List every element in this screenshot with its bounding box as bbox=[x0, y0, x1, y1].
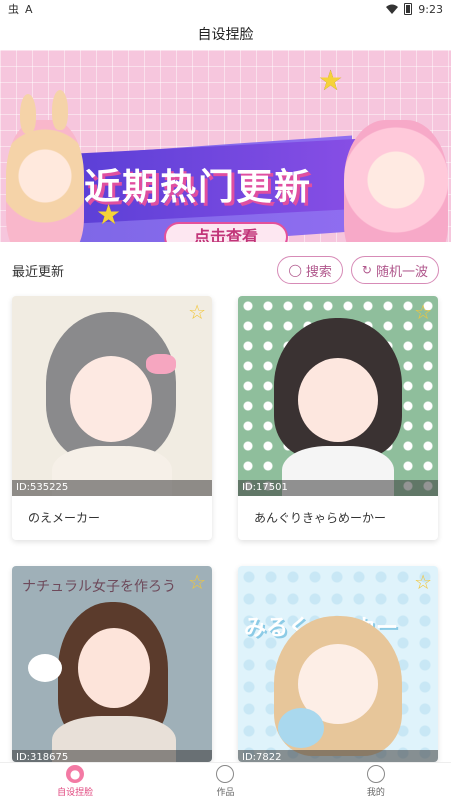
battery-icon bbox=[404, 3, 413, 15]
cat-shape bbox=[28, 654, 62, 682]
favorite-star-icon[interactable]: ☆ bbox=[188, 570, 206, 594]
status-bar: 虫 A 9:23 bbox=[0, 0, 451, 18]
card-image-text: ナチュラル女子を作ろう bbox=[22, 579, 176, 595]
wifi-icon bbox=[386, 4, 399, 14]
planet-icon bbox=[216, 765, 235, 783]
nav-item-create[interactable]: ● 自设捏脸 bbox=[0, 763, 150, 800]
maker-card[interactable]: ☆ ID:535225 のえメーカー bbox=[12, 296, 212, 540]
bug-icon: 虫 bbox=[8, 3, 19, 16]
bunny-ear bbox=[52, 90, 68, 130]
status-right: 9:23 bbox=[386, 3, 443, 16]
face-shape bbox=[78, 628, 150, 708]
ribbon-shape bbox=[146, 354, 176, 374]
nav-label: 我的 bbox=[366, 788, 385, 798]
card-name: のえメーカー bbox=[28, 511, 101, 525]
maker-card[interactable]: ナチュラル女子を作ろう ☆ ID:318675 bbox=[12, 566, 212, 762]
card-id: ID:7822 bbox=[238, 750, 438, 762]
section-header: 最近更新 ◯ 搜索 ↻ 随机一波 bbox=[12, 256, 439, 284]
refresh-icon: ↻ bbox=[361, 263, 372, 277]
card-id: ID:17501 bbox=[238, 480, 438, 496]
user-icon bbox=[366, 765, 385, 783]
card-image: ナチュラル女子を作ろう ☆ ID:318675 bbox=[12, 566, 212, 762]
banner-cta-button[interactable]: 点击查看 bbox=[164, 222, 288, 242]
card-image: ☆ ID:535225 bbox=[12, 296, 212, 496]
card-id: ID:535225 bbox=[12, 480, 212, 496]
search-icon: ◯ bbox=[288, 263, 302, 277]
star-icon: ★ bbox=[318, 64, 344, 97]
search-button[interactable]: ◯ 搜索 bbox=[277, 256, 343, 284]
card-id: ID:318675 bbox=[12, 750, 212, 762]
nav-item-works[interactable]: 作品 bbox=[150, 763, 300, 800]
palette-icon: ● bbox=[66, 765, 85, 783]
page-title: 自设捏脸 bbox=[197, 27, 254, 43]
card-name: あんぐりきゃらめーかー bbox=[254, 511, 387, 525]
random-label: 随机一波 bbox=[375, 264, 428, 280]
banner-headline: 近期热门更新 bbox=[84, 167, 313, 208]
card-image: みるくメーカー ☆ ID:7822 bbox=[238, 566, 438, 762]
chip-group: ◯ 搜索 ↻ 随机一波 bbox=[277, 256, 439, 284]
bottom-nav: ● 自设捏脸 作品 我的 bbox=[0, 762, 451, 800]
bear-shape bbox=[278, 708, 324, 748]
favorite-star-icon[interactable]: ☆ bbox=[188, 300, 206, 324]
a-icon: A bbox=[25, 2, 33, 16]
section-title: 最近更新 bbox=[12, 264, 65, 280]
bunny-ear bbox=[20, 94, 36, 134]
bunny-character bbox=[6, 90, 84, 242]
nav-label: 自设捏脸 bbox=[57, 788, 94, 798]
card-image: ☆ ID:17501 bbox=[238, 296, 438, 496]
search-label: 搜索 bbox=[305, 264, 332, 280]
maker-card[interactable]: ☆ ID:17501 あんぐりきゃらめーかー bbox=[238, 296, 438, 540]
favorite-star-icon[interactable]: ☆ bbox=[414, 300, 432, 324]
face-shape bbox=[298, 358, 378, 442]
star-icon: ★ bbox=[96, 198, 122, 231]
nav-item-profile[interactable]: 我的 bbox=[301, 763, 451, 800]
status-time: 9:23 bbox=[418, 2, 443, 16]
maker-card[interactable]: みるくメーカー ☆ ID:7822 bbox=[238, 566, 438, 762]
status-left: 虫 A bbox=[8, 1, 33, 17]
nav-label: 作品 bbox=[216, 788, 235, 798]
random-button[interactable]: ↻ 随机一波 bbox=[350, 256, 439, 284]
face-shape bbox=[70, 356, 152, 442]
fox-character bbox=[344, 120, 448, 242]
hero-banner[interactable]: 近期热门更新 点击查看 ★ ★ bbox=[0, 50, 451, 242]
favorite-star-icon[interactable]: ☆ bbox=[414, 570, 432, 594]
